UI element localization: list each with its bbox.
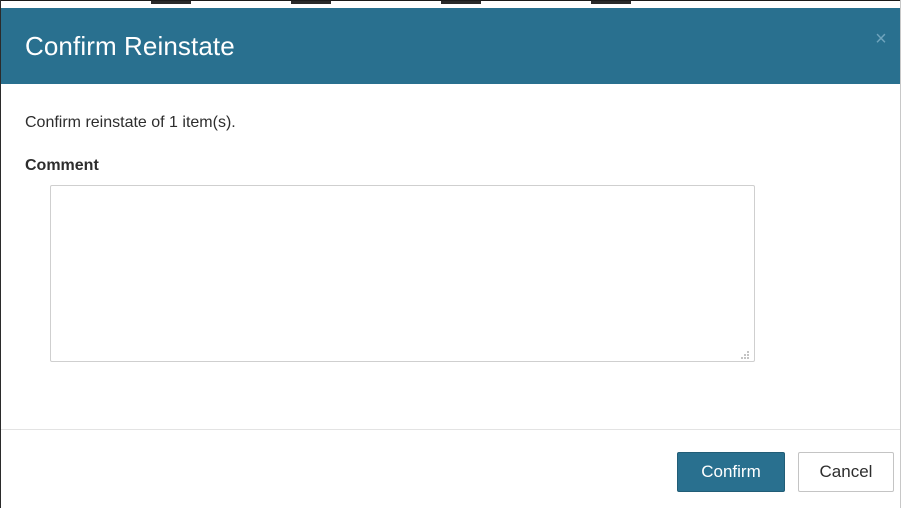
resize-handle-icon[interactable] (738, 348, 750, 360)
dialog-header: Confirm Reinstate × (1, 8, 900, 84)
background-mark (291, 1, 331, 4)
confirm-button[interactable]: Confirm (677, 452, 785, 492)
background-mark (591, 1, 631, 4)
close-icon[interactable]: × (872, 29, 890, 49)
comment-textarea[interactable] (50, 185, 755, 362)
comment-label: Comment (25, 157, 99, 174)
cancel-button[interactable]: Cancel (798, 452, 894, 492)
background-mark (151, 1, 191, 4)
confirm-reinstate-dialog: Confirm Reinstate × Confirm reinstate of… (0, 0, 901, 508)
confirm-message: Confirm reinstate of 1 item(s). (25, 114, 236, 131)
dialog-body: Confirm reinstate of 1 item(s). Comment (1, 84, 900, 429)
dialog-title: Confirm Reinstate (25, 31, 235, 61)
background-edge (1, 0, 900, 8)
background-mark (441, 1, 481, 4)
dialog-footer: Confirm Cancel (1, 430, 900, 508)
